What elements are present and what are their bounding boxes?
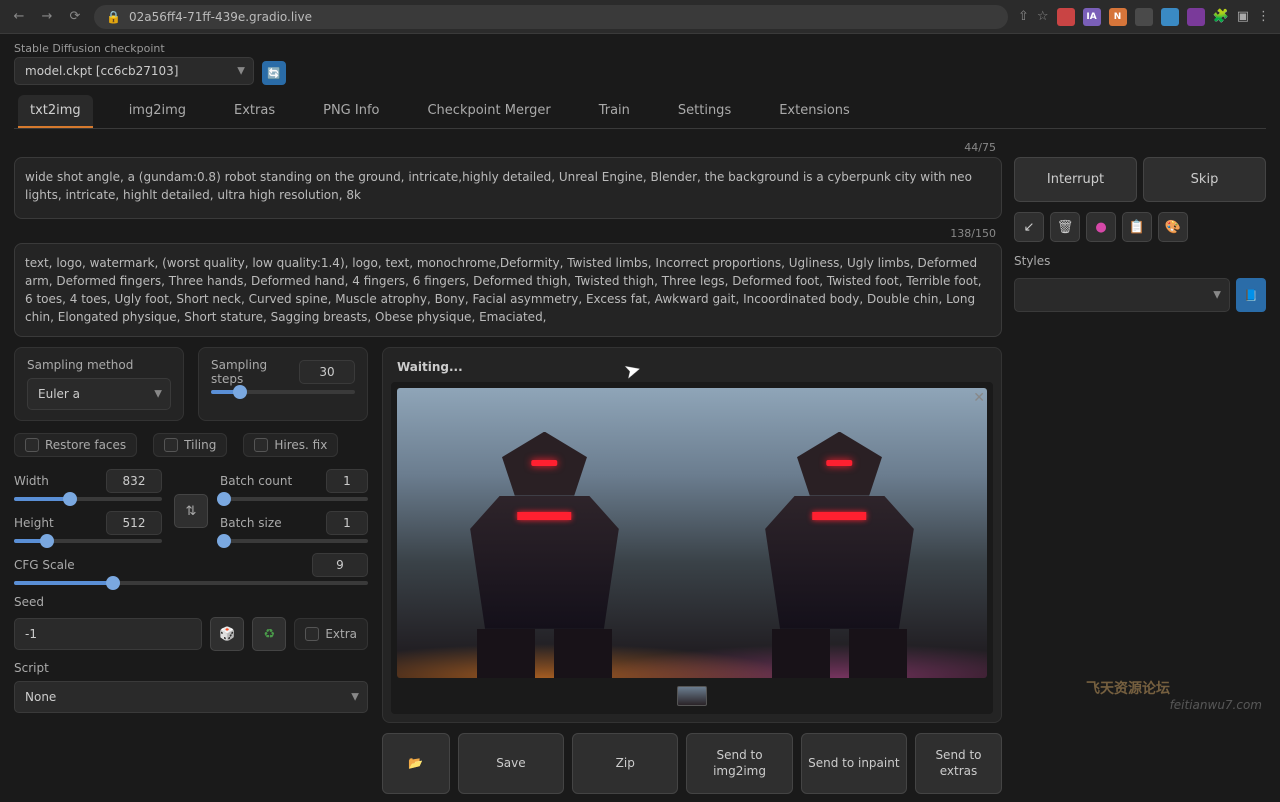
tab-settings[interactable]: Settings bbox=[666, 95, 743, 128]
prompt-input[interactable]: wide shot angle, a (gundam:0.8) robot st… bbox=[14, 157, 1002, 219]
ext-icon-5[interactable] bbox=[1161, 8, 1179, 26]
tab-extensions[interactable]: Extensions bbox=[767, 95, 862, 128]
skip-button[interactable]: Skip bbox=[1143, 157, 1266, 202]
height-label: Height bbox=[14, 516, 96, 530]
sampling-steps-label: Sampling steps bbox=[211, 358, 289, 386]
tab-txt2img[interactable]: txt2img bbox=[18, 95, 93, 128]
ext-icon-4[interactable] bbox=[1135, 8, 1153, 26]
tab-img2img[interactable]: img2img bbox=[117, 95, 198, 128]
cfg-slider[interactable] bbox=[14, 581, 368, 585]
tab-pnginfo[interactable]: PNG Info bbox=[311, 95, 391, 128]
tiling-checkbox[interactable]: Tiling bbox=[153, 433, 227, 457]
styles-apply-button[interactable]: 📘 bbox=[1236, 278, 1266, 312]
seed-label: Seed bbox=[14, 595, 368, 609]
url-text: 02a56ff4-71ff-439e.gradio.live bbox=[129, 10, 312, 24]
tab-checkpoint-merger[interactable]: Checkpoint Merger bbox=[415, 95, 562, 128]
height-input[interactable] bbox=[106, 511, 162, 535]
output-thumbnail[interactable] bbox=[677, 686, 707, 706]
checkpoint-refresh-button[interactable]: 🔄 bbox=[262, 61, 286, 85]
chevron-down-icon: ▼ bbox=[237, 66, 245, 77]
extensions-icon[interactable]: 🧩 bbox=[1213, 9, 1229, 24]
script-label: Script bbox=[14, 661, 368, 675]
ext-icon-3[interactable]: N bbox=[1109, 8, 1127, 26]
share-icon[interactable]: ⇧ bbox=[1018, 9, 1029, 24]
seed-random-button[interactable]: 🎲 bbox=[210, 617, 244, 651]
menu-icon[interactable]: ⋮ bbox=[1257, 9, 1270, 24]
seed-extra-checkbox[interactable]: Extra bbox=[294, 618, 368, 650]
nav-reload-icon[interactable]: ⟳ bbox=[66, 8, 84, 26]
seed-input[interactable] bbox=[14, 618, 202, 650]
interrupt-button[interactable]: Interrupt bbox=[1014, 157, 1137, 202]
output-image[interactable] bbox=[397, 388, 987, 678]
sampling-steps-input[interactable] bbox=[299, 360, 355, 384]
tab-extras[interactable]: Extras bbox=[222, 95, 287, 128]
chevron-down-icon: ▼ bbox=[351, 692, 359, 703]
styles-label: Styles bbox=[1014, 254, 1230, 268]
lock-icon: 🔒 bbox=[106, 10, 121, 24]
watermark-text: feitianwu7.com bbox=[1170, 698, 1262, 712]
swap-dimensions-button[interactable]: ⇅ bbox=[174, 494, 208, 528]
sampling-method-select[interactable]: Euler a ▼ bbox=[27, 378, 171, 410]
chevron-down-icon: ▼ bbox=[154, 389, 162, 400]
send-extras-button[interactable]: Send to extras bbox=[915, 733, 1002, 794]
address-bar[interactable]: 🔒 02a56ff4-71ff-439e.gradio.live bbox=[94, 5, 1008, 29]
seed-reuse-button[interactable]: ♻ bbox=[252, 617, 286, 651]
batch-count-input[interactable] bbox=[326, 469, 368, 493]
main-tabs: txt2img img2img Extras PNG Info Checkpoi… bbox=[14, 95, 1266, 129]
trash-icon[interactable]: 🗑 bbox=[1050, 212, 1080, 242]
checkpoint-label: Stable Diffusion checkpoint bbox=[14, 42, 254, 55]
star-icon[interactable]: ☆ bbox=[1037, 9, 1049, 24]
ext-icon-1[interactable] bbox=[1057, 8, 1075, 26]
ext-icon-2[interactable]: IA bbox=[1083, 8, 1101, 26]
width-slider[interactable] bbox=[14, 497, 162, 501]
checkpoint-select[interactable]: model.ckpt [cc6cb27103] ▼ bbox=[14, 57, 254, 85]
arrow-icon[interactable]: ↙ bbox=[1014, 212, 1044, 242]
tab-train[interactable]: Train bbox=[587, 95, 642, 128]
palette-icon[interactable]: 🎨 bbox=[1158, 212, 1188, 242]
batch-count-slider[interactable] bbox=[220, 497, 368, 501]
clipboard-icon[interactable]: 📋 bbox=[1122, 212, 1152, 242]
send-inpaint-button[interactable]: Send to inpaint bbox=[801, 733, 907, 794]
sampling-steps-slider[interactable] bbox=[211, 390, 355, 394]
cfg-label: CFG Scale bbox=[14, 558, 302, 572]
output-status: Waiting... bbox=[391, 356, 993, 382]
chevron-down-icon: ▼ bbox=[1213, 290, 1221, 301]
style-create-icon[interactable]: ● bbox=[1086, 212, 1116, 242]
watermark-text: 飞天资源论坛 bbox=[1086, 678, 1170, 698]
batch-size-slider[interactable] bbox=[220, 539, 368, 543]
save-button[interactable]: Save bbox=[458, 733, 564, 794]
width-input[interactable] bbox=[106, 469, 162, 493]
nav-back-icon[interactable]: ← bbox=[10, 8, 28, 26]
batch-count-label: Batch count bbox=[220, 474, 316, 488]
restore-faces-checkbox[interactable]: Restore faces bbox=[14, 433, 137, 457]
hires-fix-checkbox[interactable]: Hires. fix bbox=[243, 433, 338, 457]
sampling-method-label: Sampling method bbox=[27, 358, 171, 372]
negative-prompt-input[interactable]: text, logo, watermark, (worst quality, l… bbox=[14, 243, 1002, 337]
send-img2img-button[interactable]: Send to img2img bbox=[686, 733, 792, 794]
nav-forward-icon[interactable]: → bbox=[38, 8, 56, 26]
prompt-counter: 44/75 bbox=[964, 141, 996, 154]
script-select[interactable]: None ▼ bbox=[14, 681, 368, 713]
styles-select[interactable]: ▼ bbox=[1014, 278, 1230, 312]
batch-size-label: Batch size bbox=[220, 516, 316, 530]
width-label: Width bbox=[14, 474, 96, 488]
close-icon[interactable]: ✕ bbox=[973, 390, 985, 406]
ext-icon-6[interactable] bbox=[1187, 8, 1205, 26]
panel-icon[interactable]: ▣ bbox=[1237, 9, 1249, 24]
zip-button[interactable]: Zip bbox=[572, 733, 678, 794]
batch-size-input[interactable] bbox=[326, 511, 368, 535]
cfg-input[interactable] bbox=[312, 553, 368, 577]
open-folder-button[interactable]: 📂 bbox=[382, 733, 450, 794]
height-slider[interactable] bbox=[14, 539, 162, 543]
neg-prompt-counter: 138/150 bbox=[950, 227, 996, 240]
